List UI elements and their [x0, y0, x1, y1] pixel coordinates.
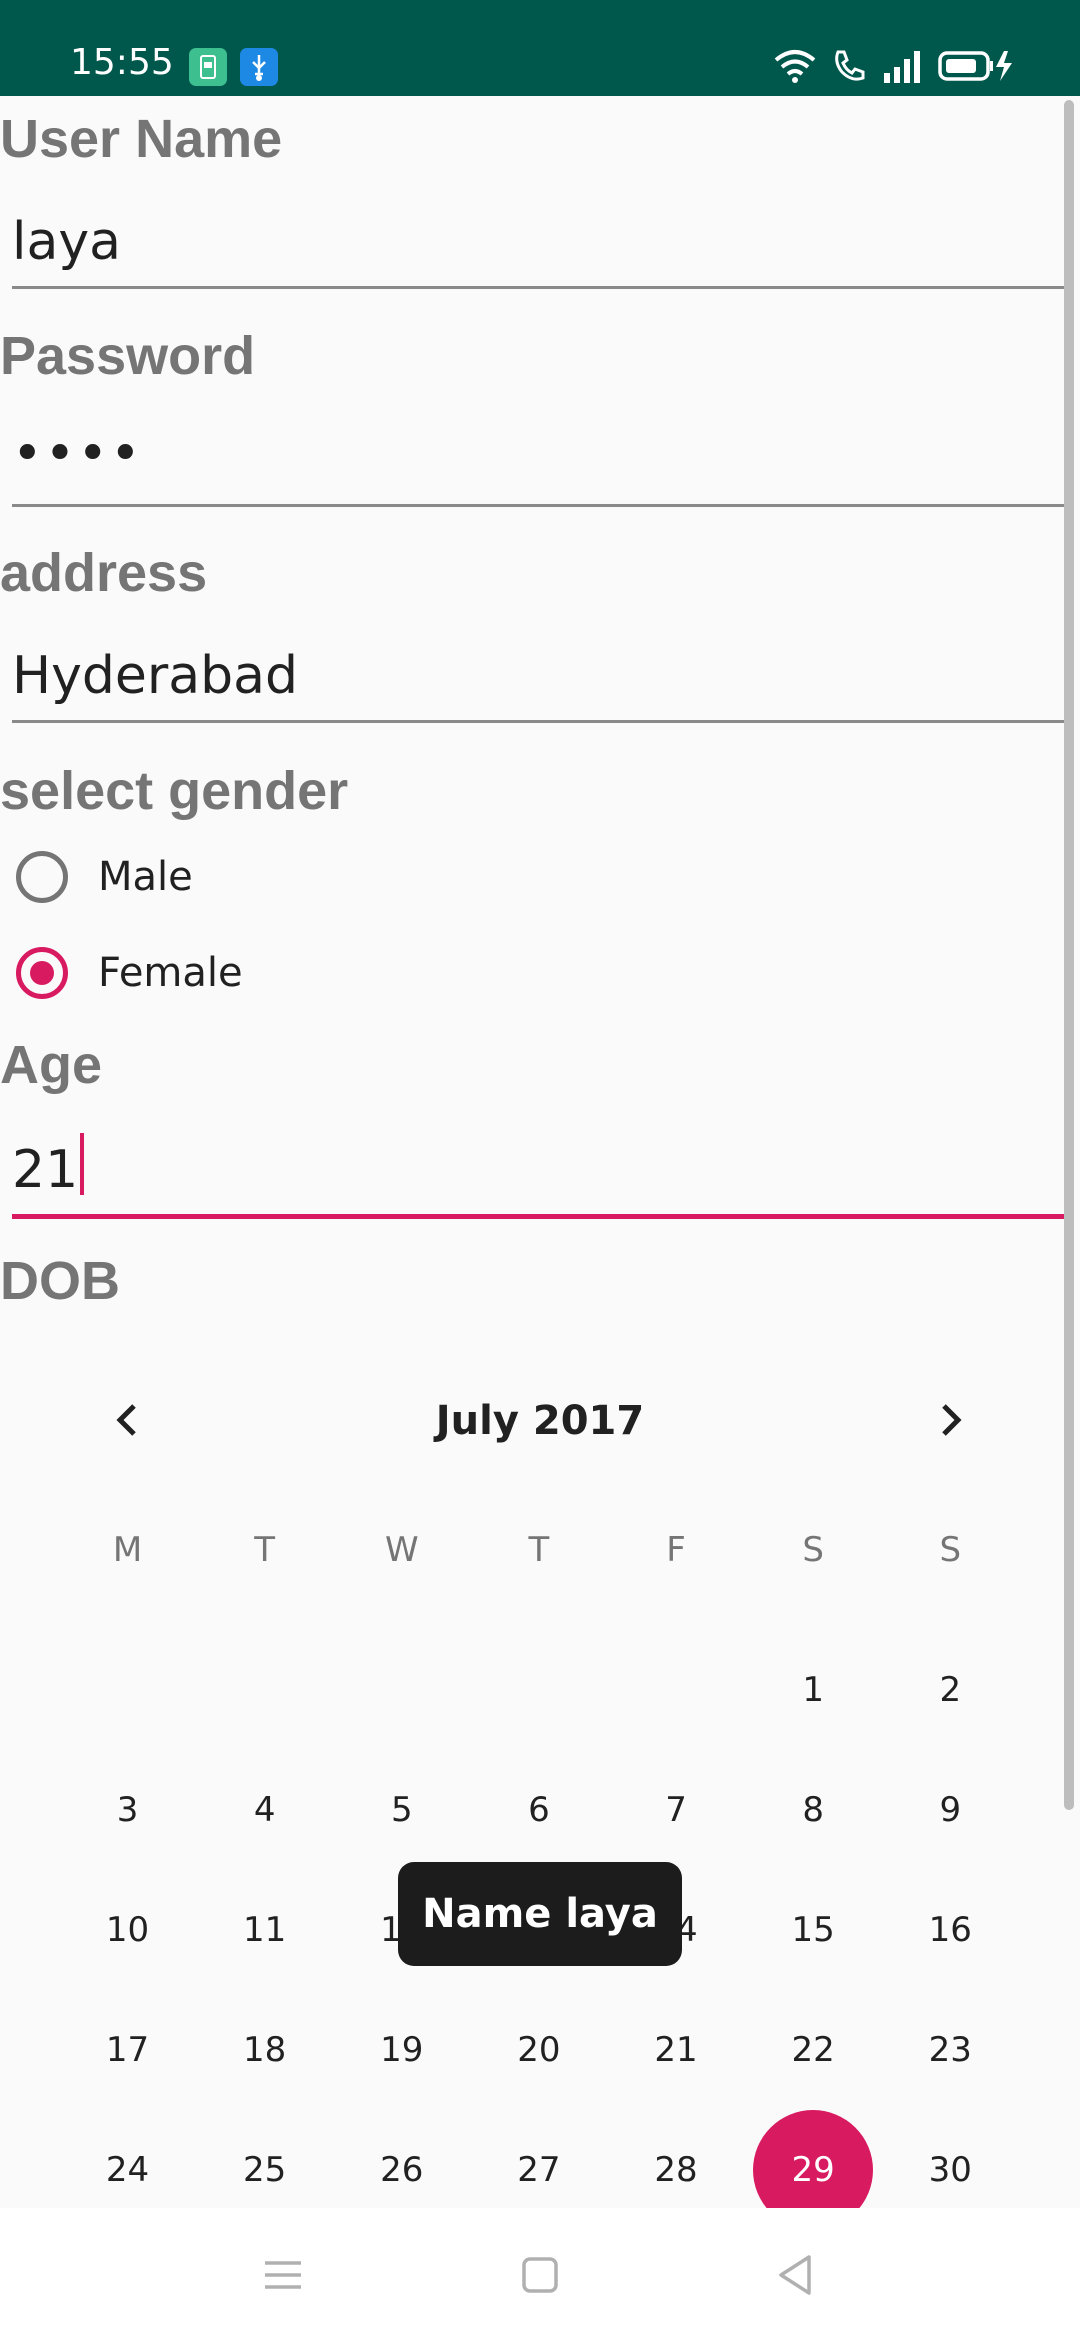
age-value: 21 — [12, 1133, 85, 1200]
weekday-label: W — [385, 1530, 419, 1570]
weekday-label: T — [254, 1530, 276, 1570]
male-radio-button[interactable] — [16, 851, 68, 903]
status-bar: 15:55 — [0, 0, 1080, 96]
calendar-day[interactable]: 23 — [882, 1990, 1019, 2110]
weekday-label: S — [939, 1530, 962, 1570]
calendar-week: 1 2 — [59, 1630, 1019, 1750]
scrollbar[interactable] — [1064, 100, 1074, 1810]
toast-message: Name laya — [398, 1862, 682, 1966]
username-input[interactable]: laya — [12, 190, 1068, 289]
calendar-day[interactable]: 4 — [196, 1750, 333, 1870]
back-button[interactable] — [770, 2250, 820, 2300]
age-label: Age — [0, 1035, 103, 1095]
calendar-day-empty — [608, 1630, 745, 1750]
weekday-label: T — [528, 1530, 550, 1570]
home-icon — [522, 2257, 558, 2293]
text-cursor — [80, 1133, 85, 1195]
calendar-day[interactable]: 1 — [745, 1630, 882, 1750]
calendar-day[interactable]: 11 — [196, 1870, 333, 1990]
calendar-day[interactable]: 22 — [745, 1990, 882, 2110]
calendar-day[interactable]: 21 — [608, 1990, 745, 2110]
calendar-day-empty — [470, 1630, 607, 1750]
calendar-day[interactable]: 3 — [59, 1750, 196, 1870]
dob-label: DOB — [0, 1251, 120, 1311]
weekday-label: M — [112, 1530, 143, 1570]
calendar-day[interactable]: 8 — [745, 1750, 882, 1870]
username-value: laya — [12, 212, 121, 272]
sim-app-icon — [189, 48, 227, 86]
calendar-day[interactable]: 7 — [608, 1750, 745, 1870]
password-input[interactable]: •••• — [12, 408, 1068, 507]
weekday-label: S — [802, 1530, 824, 1570]
chevron-right-icon — [942, 1404, 962, 1436]
calendar-day-empty — [196, 1630, 333, 1750]
wifi-icon — [774, 48, 816, 84]
address-value: Hyderabad — [12, 646, 298, 706]
next-month-button[interactable] — [910, 1380, 990, 1460]
gender-option-male[interactable]: Male — [16, 842, 193, 912]
status-icons — [774, 46, 1014, 86]
calendar-day[interactable]: 20 — [470, 1990, 607, 2110]
gender-label: select gender — [0, 761, 349, 821]
navigation-bar — [0, 2208, 1080, 2340]
calendar-day[interactable]: 17 — [59, 1990, 196, 2110]
calendar-weekdays: M T W T F S S — [59, 1530, 1019, 1580]
calendar-day[interactable]: 9 — [882, 1750, 1019, 1870]
calendar-week: 3 4 5 6 7 8 9 — [59, 1750, 1019, 1870]
weekday-label: F — [666, 1530, 686, 1570]
calendar-day[interactable]: 15 — [745, 1870, 882, 1990]
calendar-week: 17 18 19 20 21 22 23 — [59, 1990, 1019, 2110]
call-icon — [832, 48, 866, 84]
male-label: Male — [98, 854, 193, 900]
password-value: •••• — [12, 424, 143, 484]
calendar-day[interactable]: 18 — [196, 1990, 333, 2110]
signal-icon — [882, 49, 922, 83]
calendar-day[interactable]: 19 — [333, 1990, 470, 2110]
menu-icon — [265, 2261, 301, 2289]
calendar-day-empty — [333, 1630, 470, 1750]
home-button[interactable] — [515, 2250, 565, 2300]
battery-charging-icon — [938, 49, 1014, 83]
female-radio-button[interactable] — [16, 947, 68, 999]
age-input[interactable]: 21 — [12, 1118, 1068, 1219]
menu-button[interactable] — [258, 2250, 308, 2300]
username-label: User Name — [0, 109, 283, 169]
usb-icon — [240, 48, 278, 86]
female-label: Female — [98, 950, 243, 996]
calendar-day[interactable]: 2 — [882, 1630, 1019, 1750]
calendar-day[interactable]: 10 — [59, 1870, 196, 1990]
calendar-day[interactable]: 16 — [882, 1870, 1019, 1990]
status-time: 15:55 — [70, 42, 174, 83]
calendar-day[interactable]: 5 — [333, 1750, 470, 1870]
address-label: address — [0, 543, 208, 603]
gender-option-female[interactable]: Female — [16, 938, 243, 1008]
calendar-day[interactable]: 6 — [470, 1750, 607, 1870]
password-label: Password — [0, 326, 256, 386]
address-input[interactable]: Hyderabad — [12, 624, 1068, 723]
calendar-day-empty — [59, 1630, 196, 1750]
calendar-header: July 2017 — [0, 1380, 1080, 1460]
age-value-text: 21 — [12, 1140, 79, 1200]
back-icon — [779, 2255, 811, 2295]
